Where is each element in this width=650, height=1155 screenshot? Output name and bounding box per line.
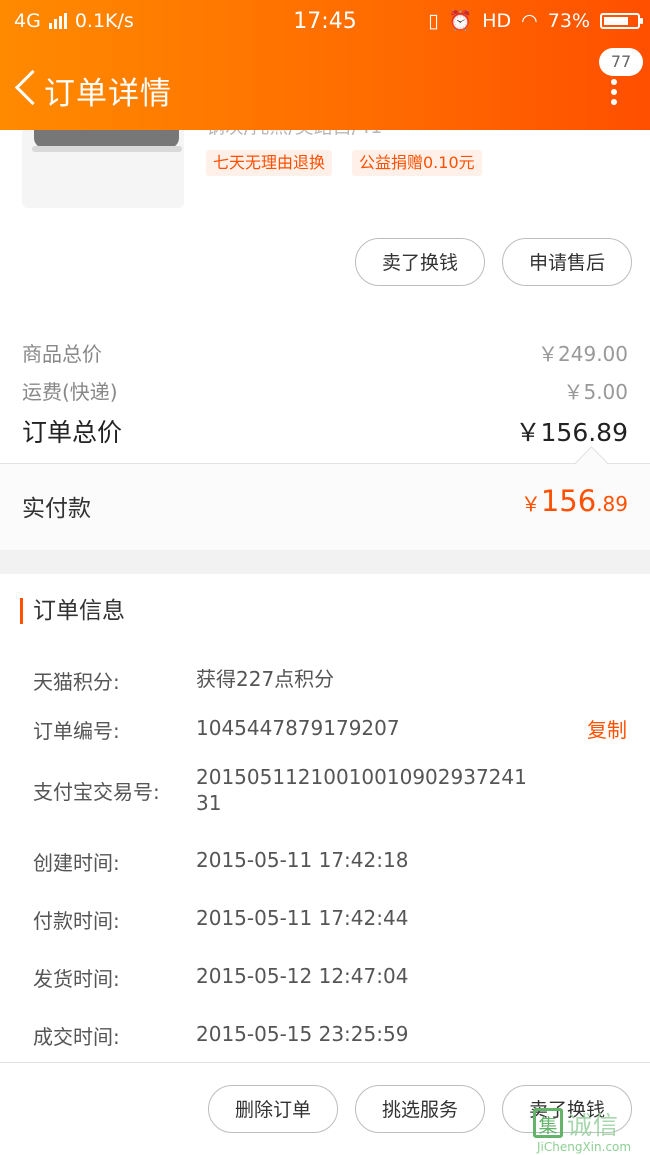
hd-label: HD	[482, 9, 512, 32]
wifi-icon: ◠	[521, 9, 538, 32]
info-key: 付款时间:	[33, 909, 120, 933]
paid-label: 实付款	[22, 496, 91, 522]
order-total-value: ￥156.89	[515, 418, 628, 447]
order-info-title: 订单信息	[20, 598, 125, 624]
shoe-sole-image	[32, 146, 182, 152]
delete-order-button[interactable]: 删除订单	[208, 1085, 338, 1133]
paid-integer: 156	[540, 484, 597, 518]
info-key: 天猫积分:	[33, 670, 120, 694]
status-right: ▯ ⏰ HD ◠ 73%	[428, 9, 643, 32]
alarm-icon: ⏰	[448, 10, 473, 32]
watermark-brand: 诚信	[567, 1111, 620, 1140]
order-total-row: 订单总价 ￥156.89	[22, 413, 628, 449]
info-value: 获得227点积分	[196, 667, 335, 691]
charity-tag: 公益捐赠0.10元	[352, 150, 482, 176]
header-bar: 4G 0.1K/s 17:45 ▯ ⏰ HD ◠ 73% 订单详情 77	[0, 0, 650, 130]
paid-amount: ￥156.89	[521, 484, 628, 518]
paid-amount-section: 实付款 ￥156.89	[0, 464, 650, 550]
info-value: 2015-05-12 12:47:04	[196, 964, 409, 988]
price-summary: 商品总价 ￥249.00 运费(快递) ￥5.00 订单总价 ￥156.89	[0, 318, 650, 463]
alipay-transaction-value: 2015051121001001090293724131	[196, 765, 527, 815]
watermark-sub: JiChengXin.com	[537, 1140, 632, 1154]
info-key: 发货时间:	[33, 967, 120, 991]
info-key: 订单编号:	[33, 719, 120, 743]
shipping-value: ￥5.00	[563, 380, 628, 404]
product-thumbnail[interactable]	[22, 130, 184, 208]
sell-button[interactable]: 卖了换钱	[355, 238, 485, 286]
info-value: 2015-05-11 17:42:18	[196, 848, 409, 872]
vibrate-icon: ▯	[428, 9, 439, 32]
order-number-value: 1045447879179207	[196, 716, 400, 740]
battery-icon	[600, 12, 643, 29]
watermark-box: 集	[533, 1108, 563, 1138]
more-menu-icon[interactable]	[610, 77, 618, 107]
goods-total-value: ￥249.00	[538, 342, 628, 366]
copy-button[interactable]: 复制	[587, 714, 627, 743]
info-value: 2015-05-15 23:25:59	[196, 1022, 409, 1046]
return-policy-tag: 七天无理由退换	[206, 150, 333, 176]
divider	[0, 463, 650, 464]
goods-total-row: 商品总价 ￥249.00	[22, 338, 628, 367]
shipping-row: 运费(快递) ￥5.00	[22, 376, 628, 405]
battery-percent: 73%	[547, 9, 590, 32]
goods-total-label: 商品总价	[22, 342, 102, 366]
back-arrow-icon[interactable]	[12, 65, 42, 107]
info-key: 成交时间:	[33, 1025, 120, 1049]
nav-row: 订单详情 77	[0, 48, 650, 125]
watermark-logo: 集 诚信 JiChengXin.com	[533, 1108, 645, 1155]
order-detail-screen: 4G 0.1K/s 17:45 ▯ ⏰ HD ◠ 73% 订单详情 77 七天无…	[0, 0, 650, 1155]
message-count-badge[interactable]: 77	[599, 48, 643, 76]
order-info-section: 订单信息 天猫积分: 获得227点积分 订单编号: 10454478791792…	[0, 574, 650, 1064]
order-total-label: 订单总价	[22, 418, 123, 447]
info-key: 支付宝交易号:	[33, 780, 160, 804]
after-sales-button[interactable]: 申请售后	[502, 238, 632, 286]
status-bar: 4G 0.1K/s 17:45 ▯ ⏰ HD ◠ 73%	[0, 0, 650, 44]
shipping-label: 运费(快递)	[22, 380, 118, 404]
info-value: 2015-05-11 17:42:44	[196, 906, 409, 930]
select-service-button[interactable]: 挑选服务	[355, 1085, 485, 1133]
paid-decimal: .89	[596, 492, 628, 516]
currency-symbol: ￥	[520, 492, 541, 516]
info-key: 创建时间:	[33, 851, 120, 875]
page-title: 订单详情	[44, 76, 172, 112]
